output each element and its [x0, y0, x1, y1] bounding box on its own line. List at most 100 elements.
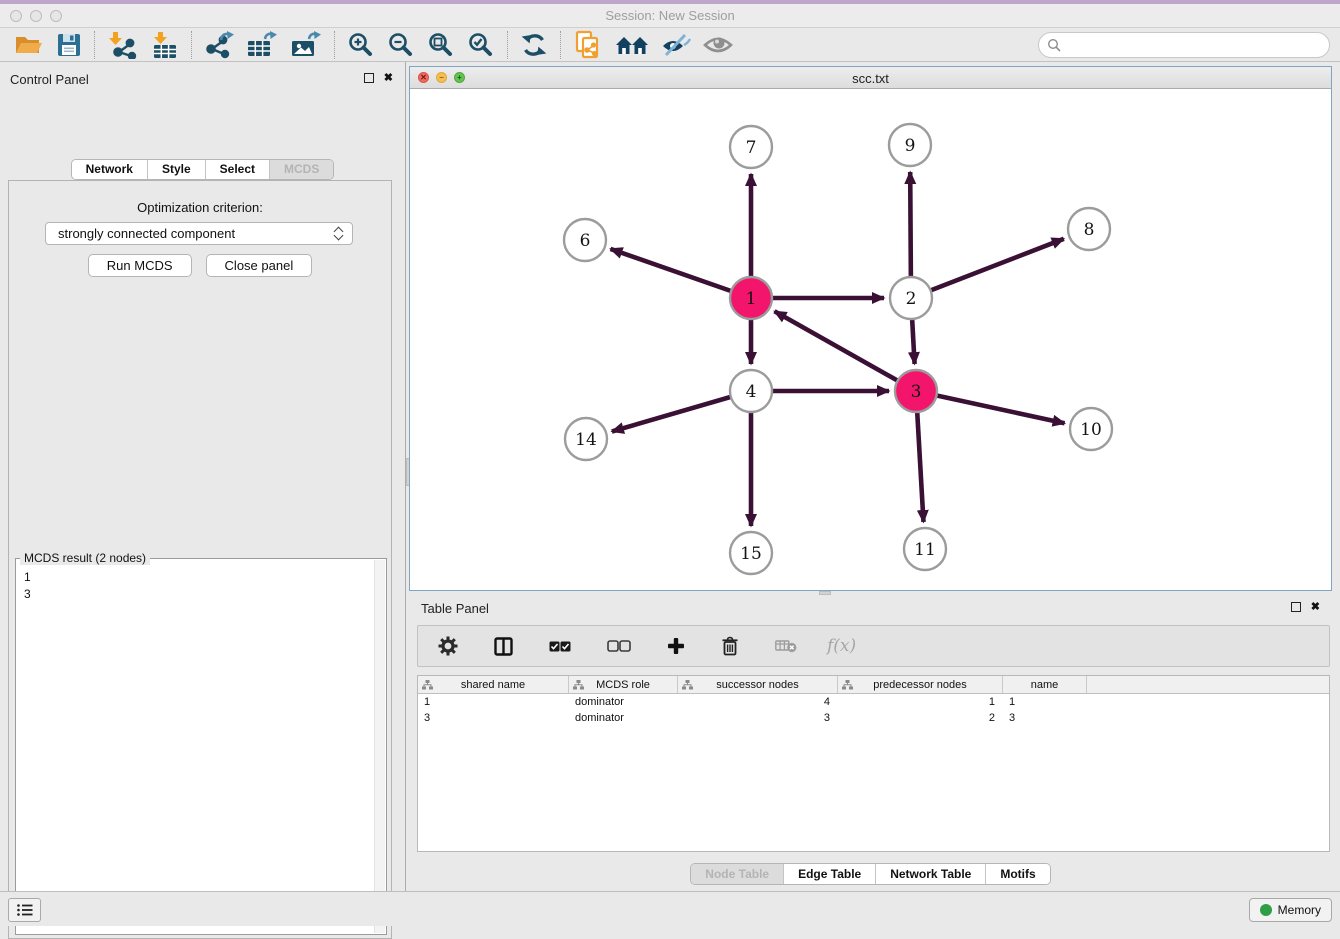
column-header-shared-name[interactable]: shared name [418, 676, 569, 693]
columns-icon [494, 637, 513, 656]
open-file-button[interactable] [8, 30, 50, 60]
houses-icon [615, 33, 649, 57]
table-row[interactable]: 3 dominator 3 2 3 [418, 710, 1329, 726]
open-folder-icon [14, 32, 44, 58]
select-all-button[interactable] [543, 631, 577, 661]
clone-network-button[interactable] [567, 30, 609, 60]
zoom-selected-button[interactable] [461, 30, 501, 60]
task-history-button[interactable] [8, 898, 41, 922]
network-window-titlebar[interactable]: ✕ − + scc.txt [410, 67, 1331, 89]
result-scrollbar[interactable] [374, 560, 385, 933]
memory-button[interactable]: Memory [1249, 898, 1332, 922]
zoom-fit-icon [427, 31, 455, 59]
import-network-button[interactable] [101, 30, 143, 60]
run-mcds-button[interactable]: Run MCDS [88, 254, 192, 277]
export-image-button[interactable] [284, 30, 328, 60]
tab-mcds[interactable]: MCDS [270, 160, 333, 179]
graph-node-label: 9 [905, 136, 916, 156]
network-window-title: scc.txt [410, 71, 1331, 86]
zoom-out-button[interactable] [381, 30, 421, 60]
app-title: Session: New Session [0, 8, 1340, 23]
hierarchy-icon [682, 680, 693, 690]
apply-function-button[interactable]: f(x) [827, 636, 856, 656]
show-columns-button[interactable] [488, 631, 519, 661]
close-panel-icon[interactable]: ✖ [384, 73, 393, 83]
optimization-criterion-label: Optimization criterion: [9, 200, 391, 215]
cell-name[interactable]: 3 [1003, 710, 1087, 726]
network-canvas[interactable]: 7968124314101511 [410, 89, 1331, 590]
status-bar: Memory [0, 891, 1340, 926]
graph-edge-3-1[interactable] [775, 311, 917, 391]
delete-table-button[interactable] [769, 631, 803, 661]
tab-select[interactable]: Select [206, 160, 270, 179]
export-table-icon [246, 31, 278, 59]
main-toolbar [0, 29, 1340, 62]
zoom-fit-button[interactable] [421, 30, 461, 60]
table-row[interactable]: 1 dominator 4 1 1 [418, 694, 1329, 710]
tab-network-table[interactable]: Network Table [876, 864, 986, 884]
toolbar-separator [191, 31, 192, 59]
column-header-name[interactable]: name [1003, 676, 1087, 693]
tab-motifs[interactable]: Motifs [986, 864, 1049, 884]
graph-node-label: 8 [1084, 220, 1095, 240]
toolbar-separator [334, 31, 335, 59]
table-panel-title: Table Panel [421, 601, 489, 616]
control-panel: Control Panel ✖ Network Style Select MCD… [0, 62, 405, 891]
float-panel-icon[interactable] [364, 73, 374, 83]
network-view-window: ✕ − + scc.txt 7968124314101511 [409, 66, 1332, 591]
zoom-in-button[interactable] [341, 30, 381, 60]
table-panel: Table Panel ✖ [409, 595, 1332, 889]
table-header-row: shared name MCDS role successor nodes [418, 676, 1329, 694]
tab-style[interactable]: Style [148, 160, 206, 179]
mcds-tab-content: Optimization criterion: strongly connect… [8, 180, 392, 939]
graph-node-label: 11 [914, 540, 936, 560]
export-network-button[interactable] [198, 30, 240, 60]
add-row-button[interactable] [661, 631, 691, 661]
graph-edge-2-8[interactable] [911, 239, 1064, 298]
graph-node-label: 4 [746, 382, 757, 402]
export-table-button[interactable] [240, 30, 284, 60]
graph-edge-3-10[interactable] [916, 391, 1065, 423]
close-panel-button[interactable]: Close panel [206, 254, 313, 277]
cell-successor-nodes[interactable]: 4 [678, 694, 838, 710]
houses-button[interactable] [609, 30, 655, 60]
table-settings-button[interactable] [432, 631, 464, 661]
graph-node-label: 15 [740, 544, 762, 564]
tab-edge-table[interactable]: Edge Table [784, 864, 876, 884]
float-panel-icon[interactable] [1291, 602, 1301, 612]
column-header-mcds-role[interactable]: MCDS role [569, 676, 678, 693]
export-image-icon [290, 31, 322, 59]
cell-mcds-role[interactable]: dominator [569, 694, 678, 710]
search-input[interactable] [1038, 32, 1330, 58]
graph-node-label: 3 [911, 382, 922, 402]
cell-shared-name[interactable]: 1 [418, 694, 569, 710]
column-header-successor-nodes[interactable]: successor nodes [678, 676, 838, 693]
cell-successor-nodes[interactable]: 3 [678, 710, 838, 726]
column-header-filler [1087, 676, 1329, 693]
tab-node-table[interactable]: Node Table [691, 864, 784, 884]
gear-icon [438, 636, 458, 656]
delete-row-button[interactable] [715, 631, 745, 661]
cell-predecessor-nodes[interactable]: 1 [838, 694, 1003, 710]
cell-predecessor-nodes[interactable]: 2 [838, 710, 1003, 726]
criterion-dropdown[interactable]: strongly connected component [45, 222, 353, 245]
save-session-button[interactable] [50, 30, 88, 60]
import-network-icon [107, 31, 137, 59]
show-all-button[interactable] [697, 30, 739, 60]
deselect-all-button[interactable] [601, 631, 637, 661]
cell-shared-name[interactable]: 3 [418, 710, 569, 726]
graph-edge-1-6[interactable] [611, 249, 752, 298]
cell-name[interactable]: 1 [1003, 694, 1087, 710]
memory-label: Memory [1278, 903, 1321, 917]
refresh-button[interactable] [514, 30, 554, 60]
import-table-button[interactable] [143, 30, 185, 60]
cell-mcds-role[interactable]: dominator [569, 710, 678, 726]
zoom-out-icon [387, 31, 415, 59]
search-icon [1047, 38, 1062, 53]
network-graph[interactable]: 7968124314101511 [410, 89, 1331, 590]
column-header-predecessor-nodes[interactable]: predecessor nodes [838, 676, 1003, 693]
table-toolbar: f(x) [417, 625, 1330, 667]
tab-network[interactable]: Network [72, 160, 148, 179]
hide-selected-button[interactable] [655, 30, 697, 60]
close-panel-icon[interactable]: ✖ [1311, 602, 1320, 612]
